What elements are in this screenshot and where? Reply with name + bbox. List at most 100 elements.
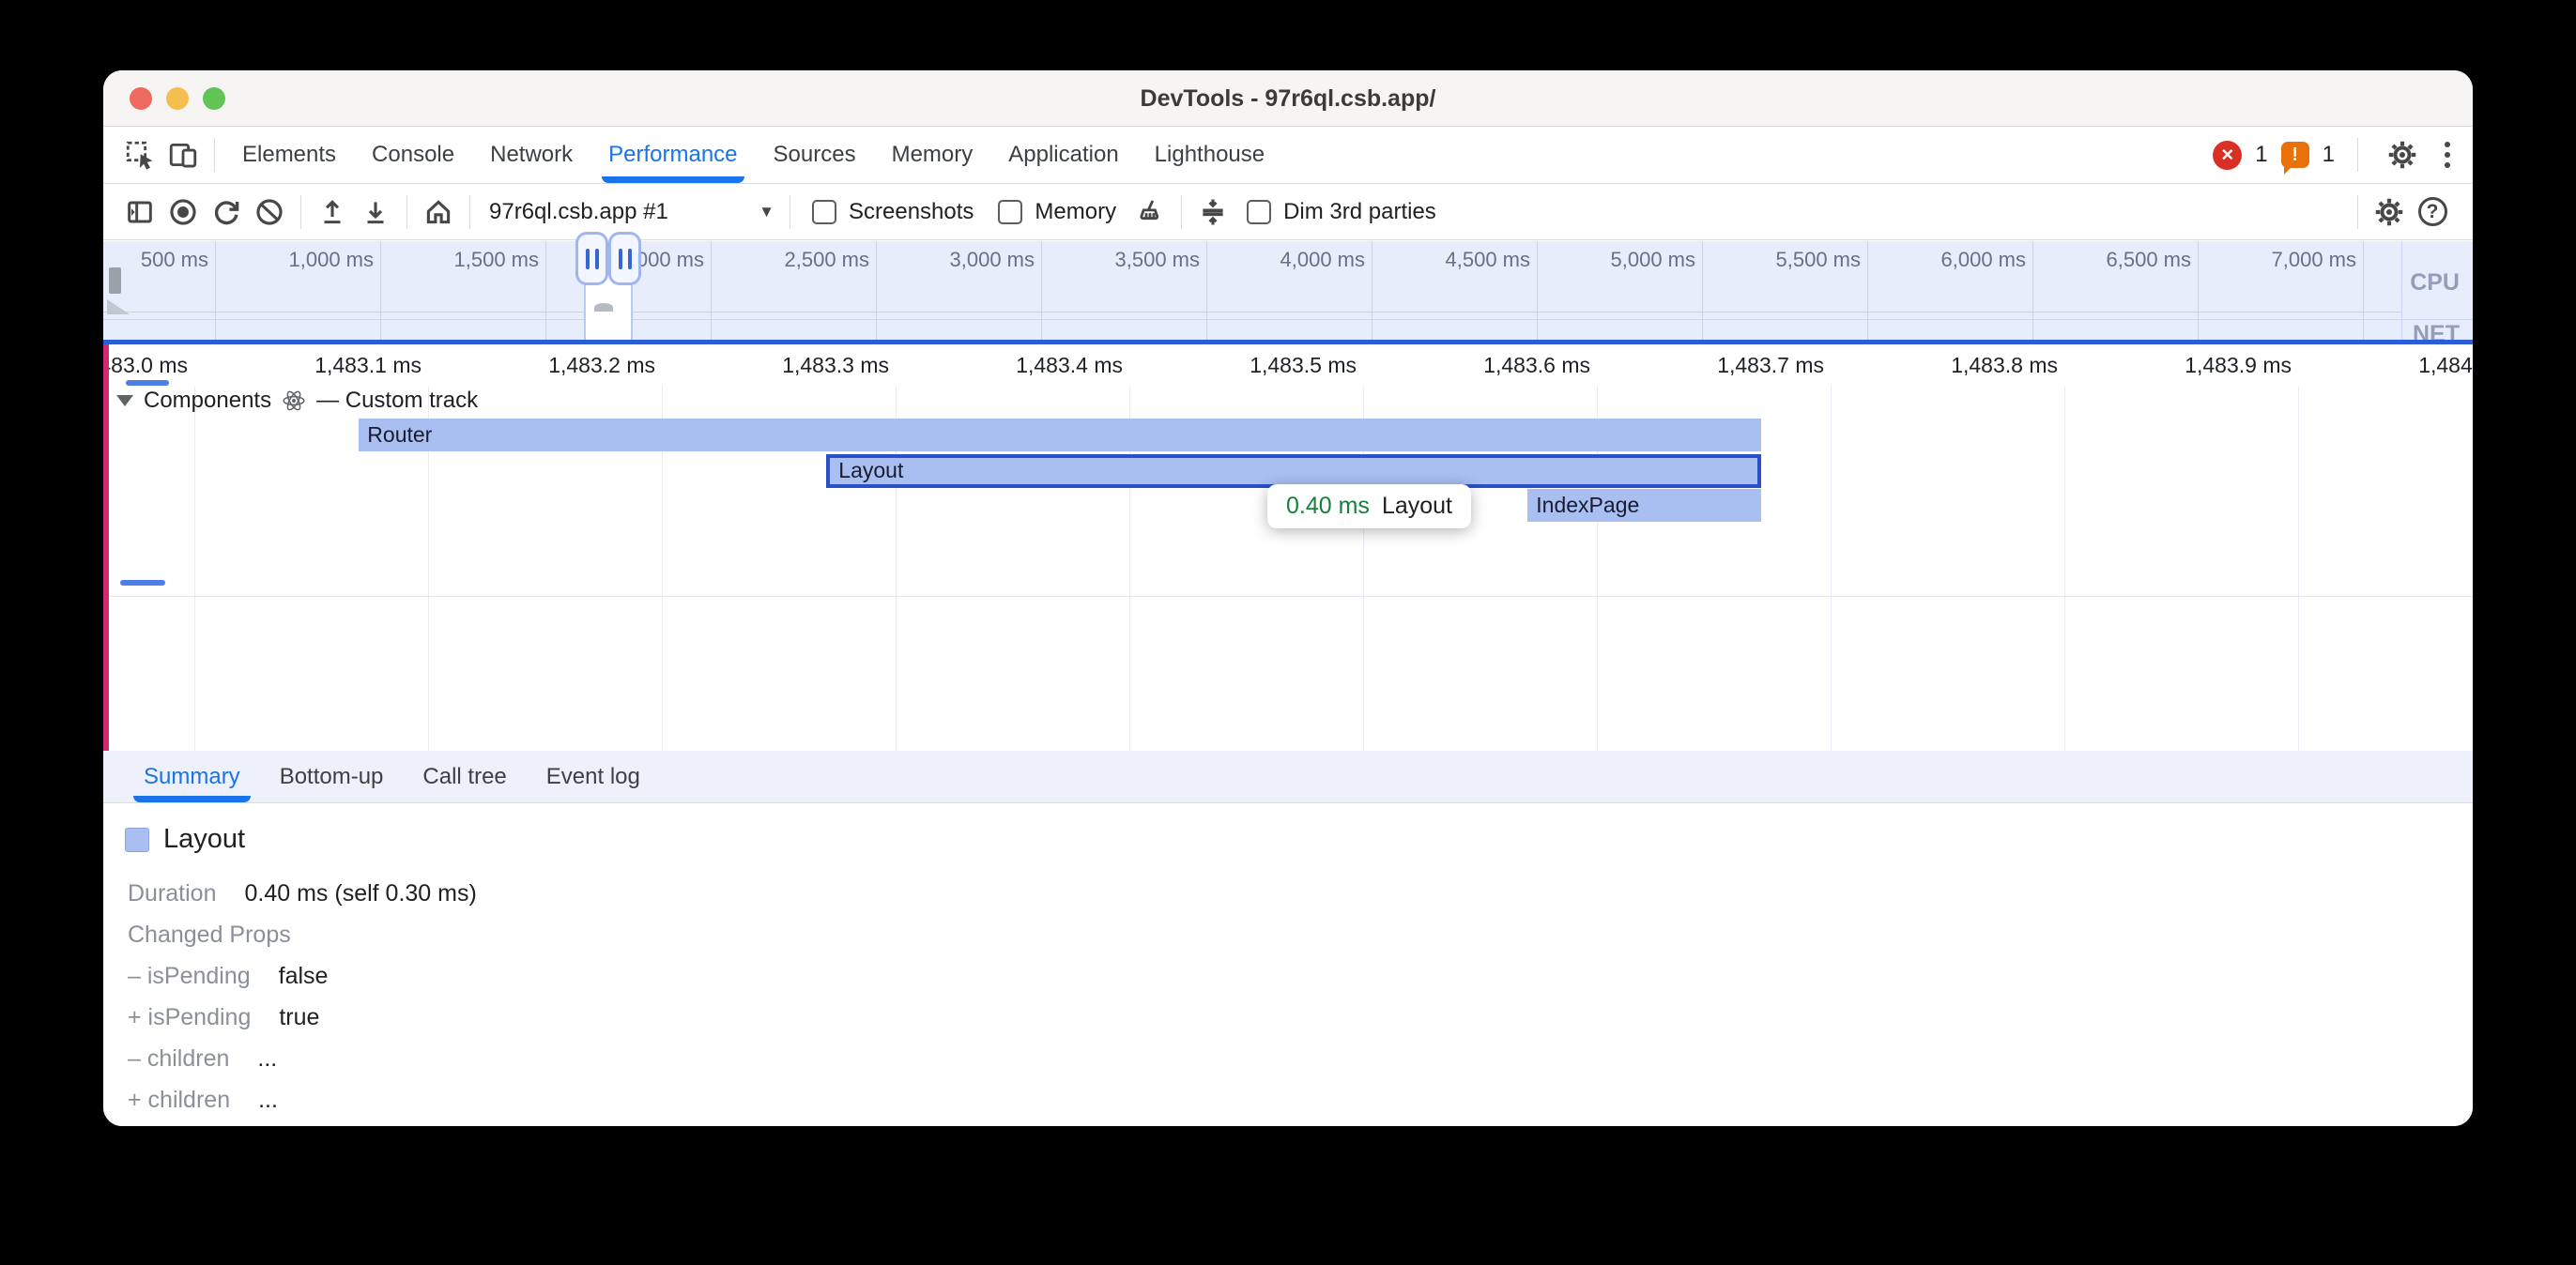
collect-garbage-icon[interactable] [1128, 191, 1172, 234]
devtools-tab[interactable]: Elements [224, 127, 354, 183]
collapse-triangle-icon[interactable] [116, 395, 133, 406]
overview-gridline [2363, 241, 2364, 340]
overview-tick: 3,500 ms [1029, 241, 1207, 340]
ruler-tick-label: 1,483.5 ms [1148, 344, 1364, 378]
download-profile-icon[interactable] [354, 191, 397, 234]
dim-3rd-parties-checkbox[interactable]: Dim 3rd parties [1234, 199, 1449, 225]
overview-tick: 5,500 ms [1690, 241, 1868, 340]
summary-row-value: false [279, 963, 329, 990]
performance-toolbar: 97r6ql.csb.app #1 ▼ Screenshots Memory [103, 184, 2473, 240]
window-titlebar: DevTools - 97r6ql.csb.app/ [103, 70, 2473, 127]
summary-row: – children ... [103, 1038, 2473, 1079]
upload-profile-icon[interactable] [311, 191, 354, 234]
record-and-reload-icon[interactable] [205, 191, 248, 234]
summary-row-value: ... [257, 1045, 277, 1073]
summary-row-value: 0.40 ms (self 0.30 ms) [245, 880, 477, 907]
selection-handle-right[interactable] [608, 232, 641, 285]
overview-tick: 1,500 ms [368, 241, 546, 340]
summary-row-value: ... [258, 1087, 278, 1114]
overview-tick-label: 3,500 ms [1029, 241, 1207, 272]
timeline-overview[interactable]: CPU NET 500 ms 1,000 ms 1,500 ms 2,000 m… [103, 241, 2473, 340]
flame-entry[interactable]: IndexPage [1527, 489, 1761, 522]
flame-tooltip: 0.40 ms Layout [1267, 484, 1471, 528]
record-icon[interactable] [161, 191, 205, 234]
summary-row-label: Duration [128, 880, 217, 907]
overview-tick: 4,500 ms [1359, 241, 1538, 340]
overview-tick: 4,000 ms [1194, 241, 1372, 340]
selection-handle-left[interactable] [575, 232, 608, 285]
summary-row: + isPending true [103, 997, 2473, 1038]
summary-rows: Duration 0.40 ms (self 0.30 ms) Changed … [103, 873, 2473, 1120]
checkbox-box[interactable] [1247, 200, 1271, 224]
tooltip-label: Layout [1382, 493, 1452, 520]
divider [1181, 195, 1182, 229]
clear-icon[interactable] [248, 191, 291, 234]
home-icon[interactable] [417, 191, 460, 234]
overview-tick: 500 ms [103, 241, 216, 340]
overview-tick: 6,500 ms [2020, 241, 2199, 340]
summary-title-row: Layout [125, 824, 245, 855]
overview-tick-label: 4,000 ms [1194, 241, 1372, 272]
react-atom-icon [282, 389, 306, 413]
divider [406, 195, 407, 229]
scroll-indicator-dash [126, 380, 169, 386]
ruler-tick-label: 1,483.9 ms [2083, 344, 2299, 378]
device-toolbar-icon[interactable] [161, 133, 205, 176]
help-icon[interactable]: ? [2411, 191, 2454, 234]
ruler-tick-label: 1,483.2 ms [447, 344, 663, 378]
ruler-tick-label: 1,483.8 ms [1849, 344, 2065, 378]
devtools-tab[interactable]: Application [990, 127, 1136, 183]
overview-tick-label: 1,500 ms [368, 241, 546, 272]
track-suffix: — Custom track [316, 388, 478, 414]
overview-tick-label: 5,500 ms [1690, 241, 1868, 272]
devtools-tab[interactable]: Lighthouse [1137, 127, 1282, 183]
ruler-tick-label: 1,484.0 ms [2317, 344, 2473, 378]
capture-settings-gear-icon[interactable] [2368, 191, 2411, 234]
flame-entry[interactable]: Router [359, 419, 1761, 451]
details-tab[interactable]: Event log [527, 751, 660, 802]
details-tab[interactable]: Bottom-up [260, 751, 404, 802]
devtools-tab[interactable]: Memory [874, 127, 991, 183]
overview-tick-label: 5,000 ms [1525, 241, 1703, 272]
devtools-tab[interactable]: Performance [590, 127, 755, 183]
devtools-tabbar: ElementsConsoleNetworkPerformanceSources… [103, 127, 2473, 184]
screenshots-checkbox[interactable]: Screenshots [800, 199, 986, 225]
inspect-element-icon[interactable] [118, 133, 161, 176]
overview-tick: 7,000 ms [2185, 241, 2364, 340]
track-name: Components [144, 388, 271, 414]
flame-entry[interactable]: Layout [826, 454, 1761, 488]
memory-checkbox[interactable]: Memory [986, 199, 1128, 225]
ruler-tick-label: 1,483.3 ms [681, 344, 897, 378]
error-count-icon[interactable]: × [2213, 141, 2242, 170]
tabbar-right-cluster: × 1 ! 1 [2213, 127, 2458, 183]
checkbox-box[interactable] [998, 200, 1022, 224]
issues-icon[interactable]: ! [2281, 142, 2309, 168]
settings-gear-icon[interactable] [2381, 133, 2424, 176]
lane-divider [2401, 241, 2402, 340]
summary-row-label: – isPending [128, 963, 251, 990]
more-options-kebab-icon[interactable] [2437, 142, 2458, 168]
details-tabbar: SummaryBottom-upCall treeEvent log [103, 751, 2473, 803]
overview-tick: 1,000 ms [203, 241, 381, 340]
track-header[interactable]: Components — Custom track [116, 388, 478, 414]
devtools-window: DevTools - 97r6ql.csb.app/ ElementsConso… [103, 70, 2473, 1126]
target-selector-dropdown[interactable]: 97r6ql.csb.app #1 ▼ [480, 199, 780, 225]
checkbox-box[interactable] [812, 200, 836, 224]
net-lane-label: NET [2413, 321, 2460, 340]
issues-count: 1 [2323, 142, 2335, 168]
error-count: 1 [2255, 142, 2267, 168]
devtools-tab[interactable]: Console [354, 127, 472, 183]
flame-chart[interactable]: Components — Custom track RouterLayoutIn… [103, 385, 2473, 751]
details-tab[interactable]: Call tree [403, 751, 526, 802]
devtools-tab[interactable]: Network [472, 127, 590, 183]
collapse-tracks-icon[interactable] [1191, 191, 1234, 234]
details-tab[interactable]: Summary [124, 751, 260, 802]
scroll-indicator-dash [120, 580, 165, 586]
track-highlight-line [103, 344, 109, 751]
toggle-sidebar-icon[interactable] [118, 191, 161, 234]
overview-tick-label: 2,500 ms [698, 241, 877, 272]
window-title: DevTools - 97r6ql.csb.app/ [103, 70, 2473, 127]
devtools-tab[interactable]: Sources [756, 127, 874, 183]
dim-3rd-parties-label: Dim 3rd parties [1283, 199, 1436, 225]
ruler-tick-label: 1,483.1 ms [213, 344, 429, 378]
